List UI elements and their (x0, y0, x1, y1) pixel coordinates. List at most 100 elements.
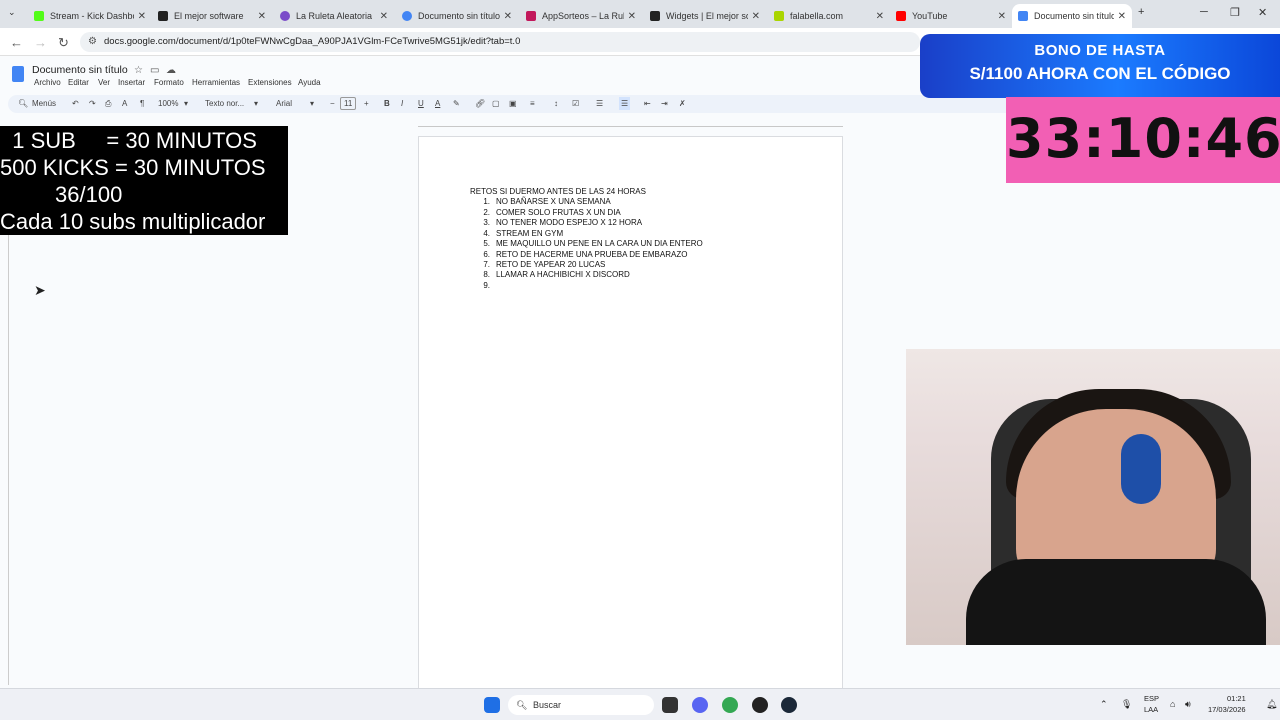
checklist-icon[interactable]: ☑ (572, 97, 579, 110)
list-item[interactable]: 4. STREAM EN GYM (470, 229, 563, 238)
horizontal-ruler[interactable] (418, 117, 843, 127)
decrease-indent-icon[interactable]: ⇤ (644, 97, 651, 110)
minimize-icon[interactable]: ─ (1200, 6, 1208, 18)
close-icon[interactable]: ✕ (138, 11, 146, 22)
widget-icon (650, 11, 660, 21)
list-item[interactable]: 5. ME MAQUILLO UN PENE EN LA CARA UN DIA … (470, 239, 702, 248)
menu-editar[interactable]: Editar (68, 78, 89, 87)
undo-icon[interactable]: ↶ (72, 97, 79, 110)
decrease-size-icon[interactable]: − (330, 97, 335, 110)
print-icon[interactable]: ⎙ (105, 97, 111, 110)
close-icon[interactable]: ✕ (876, 11, 884, 22)
bold-icon[interactable]: B (384, 97, 390, 110)
discord-icon[interactable] (692, 697, 708, 713)
window-close-icon[interactable]: ✕ (1258, 6, 1267, 19)
star-icon[interactable]: ☆ (134, 65, 143, 76)
reload-icon[interactable]: ↻ (58, 35, 69, 51)
site-info-icon[interactable]: ⚙ (88, 32, 97, 52)
font-select[interactable]: Arial (276, 97, 292, 110)
spellcheck-icon[interactable]: A (122, 97, 127, 110)
tray-chevron-icon[interactable]: ⌃ (1100, 699, 1108, 710)
comment-icon[interactable]: ▢ (492, 97, 500, 110)
list-item[interactable]: 8. LLAMAR A HACHIBICHI X DISCORD (470, 270, 629, 279)
close-icon[interactable]: ✕ (258, 11, 266, 22)
search-icon[interactable]: 🔍︎ (18, 97, 28, 110)
list-item[interactable]: 1. NO BAÑARSE X UNA SEMANA (470, 197, 610, 206)
docs-logo-icon[interactable] (12, 66, 24, 82)
taskbar-search[interactable]: 🔍︎ Buscar (508, 695, 654, 715)
close-icon[interactable]: ✕ (504, 11, 512, 22)
tab-search-chevron-icon[interactable]: ⌄ (8, 7, 16, 18)
close-icon[interactable]: ✕ (998, 11, 1006, 22)
menu-archivo[interactable]: Archivo (34, 78, 61, 87)
vertical-ruler[interactable] (0, 235, 9, 685)
redo-icon[interactable]: ↷ (89, 97, 96, 110)
bullet-list-icon[interactable]: ☰ (596, 97, 603, 110)
headset-icon (1121, 434, 1161, 504)
font-size-input[interactable]: 11 (340, 97, 357, 110)
new-tab-button[interactable]: + (1138, 6, 1144, 18)
close-icon[interactable]: ✕ (752, 11, 760, 22)
menus-button[interactable]: Menús (32, 97, 56, 110)
line-spacing-icon[interactable]: ↕ (554, 97, 558, 110)
increase-indent-icon[interactable]: ⇥ (661, 97, 668, 110)
obs-icon[interactable] (752, 697, 768, 713)
tab-appsorteos[interactable]: AppSorteos – La Ruleta✕ (520, 4, 642, 28)
menu-insertar[interactable]: Insertar (118, 78, 145, 87)
tab-widgets[interactable]: Widgets | El mejor so ✕ (644, 4, 766, 28)
numbered-list-icon[interactable]: ☰ (619, 97, 631, 110)
increase-size-icon[interactable]: + (364, 97, 369, 110)
url-input[interactable]: ⚙ docs.google.com/document/d/1p0teFWNwCg… (80, 32, 920, 52)
highlight-icon[interactable]: ✎ (453, 97, 460, 110)
maximize-icon[interactable]: ❐ (1230, 6, 1240, 19)
notification-icon[interactable]: 🔔︎ (1266, 699, 1277, 710)
menu-ayuda[interactable]: Ayuda (298, 78, 321, 87)
close-icon[interactable]: ✕ (1118, 11, 1126, 22)
zoom-select[interactable]: 100% (158, 97, 178, 110)
menu-ver[interactable]: Ver (98, 78, 110, 87)
tab-youtube[interactable]: YouTube ✕ (890, 4, 1012, 28)
tab-kick[interactable]: Stream - Kick Dashboard✕ (28, 4, 152, 28)
windows-start-icon[interactable] (484, 697, 500, 713)
style-select[interactable]: Texto nor... (205, 97, 244, 110)
underline-icon[interactable]: U (418, 97, 424, 110)
move-folder-icon[interactable]: ▭ (150, 65, 159, 76)
italic-icon[interactable]: I (401, 97, 403, 110)
lang-region[interactable]: LAA (1144, 705, 1158, 714)
lang-code[interactable]: ESP (1144, 694, 1159, 703)
close-icon[interactable]: ✕ (628, 11, 636, 22)
clock-time[interactable]: 01:21 (1227, 694, 1246, 703)
tab-falabella[interactable]: falabella.com ✕ (768, 4, 890, 28)
menu-formato[interactable]: Formato (154, 78, 184, 87)
chrome-icon[interactable] (722, 697, 738, 713)
volume-icon[interactable]: 🔊︎ (1185, 699, 1191, 710)
list-item[interactable]: 3. NO TENER MODO ESPEJO X 12 HORA (470, 218, 642, 227)
list-item[interactable]: 6. RETO DE HACERME UNA PRUEBA DE EMBARAZO (470, 250, 687, 259)
link-icon[interactable]: 🔗︎ (475, 97, 485, 110)
steam-icon[interactable] (781, 697, 797, 713)
list-item[interactable]: 7. RETO DE YAPEAR 20 LUCAS (470, 260, 605, 269)
list-item[interactable]: 9. (470, 281, 496, 290)
subs-rule-line: Cada 10 subs multiplicador (0, 209, 266, 234)
tab-docs-active[interactable]: Documento sin título ✕ (1012, 4, 1132, 28)
tab-software[interactable]: El mejor software ✕ (152, 4, 272, 28)
network-icon[interactable]: ⌂ (1170, 699, 1175, 709)
task-view-icon[interactable] (662, 697, 678, 713)
tab-ruleta[interactable]: La Ruleta Aleatoria ✕ (274, 4, 394, 28)
back-icon[interactable]: ← (10, 35, 23, 50)
align-icon[interactable]: ≡ (530, 97, 535, 110)
menu-herramientas[interactable]: Herramientas (192, 78, 240, 87)
paint-format-icon[interactable]: ¶ (140, 97, 144, 110)
document-title[interactable]: Documento sin título (32, 64, 128, 76)
list-item[interactable]: 2. COMER SOLO FRUTAS X UN DIA (470, 208, 620, 217)
image-icon[interactable]: ▣ (509, 97, 517, 110)
clear-format-icon[interactable]: ✗ (679, 97, 686, 110)
menu-extensiones[interactable]: Extensiones (248, 78, 292, 87)
close-icon[interactable]: ✕ (380, 11, 388, 22)
tab-docs-1[interactable]: Documento sin título ✕ (396, 4, 518, 28)
cloud-status-icon[interactable]: ☁ (166, 65, 176, 76)
clock-date[interactable]: 17/03/2026 (1208, 705, 1246, 714)
microphone-icon[interactable]: 🎙︎ (1121, 699, 1132, 710)
forward-icon[interactable]: → (34, 35, 47, 50)
text-color-icon[interactable]: A (435, 97, 440, 110)
